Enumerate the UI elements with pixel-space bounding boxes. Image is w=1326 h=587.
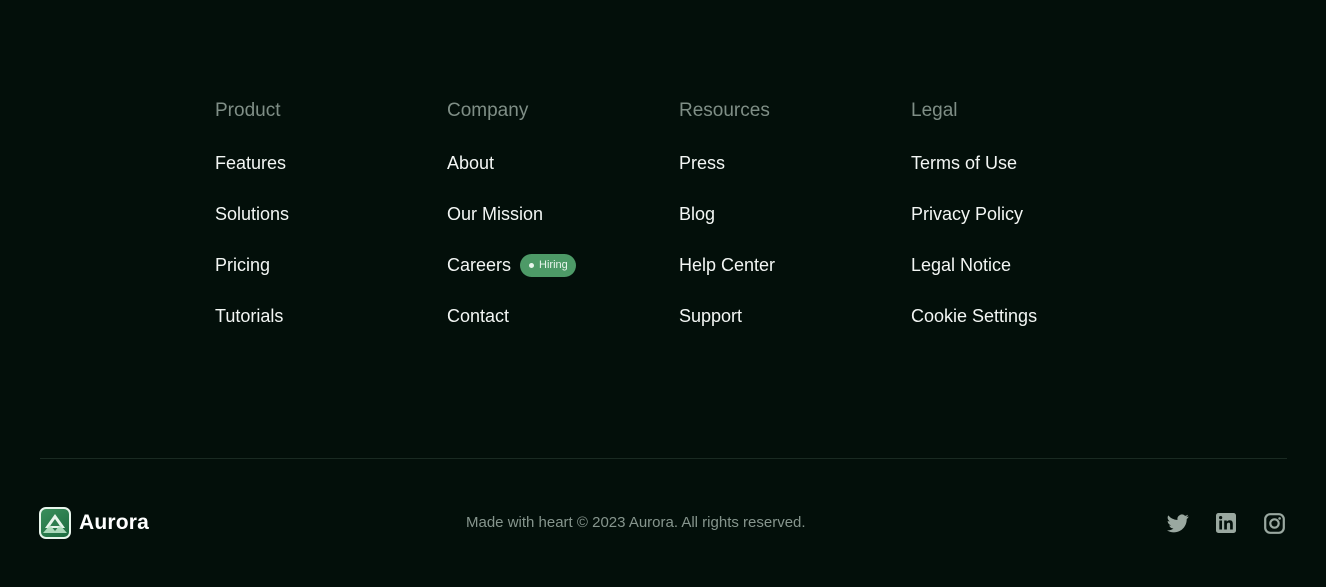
mountain-logo-icon [39, 507, 71, 539]
footer-link-careers[interactable]: Careers Hiring [447, 252, 679, 278]
hiring-badge: Hiring [520, 253, 576, 277]
footer-link-blog[interactable]: Blog [679, 201, 911, 227]
footer-link-features[interactable]: Features [215, 150, 447, 176]
linkedin-icon[interactable] [1214, 511, 1238, 535]
footer-link-press[interactable]: Press [679, 150, 911, 176]
badge-label: Hiring [539, 258, 568, 271]
footer-link-contact[interactable]: Contact [447, 303, 679, 329]
footer-column-company: Company About Our Mission Careers Hiring… [447, 98, 679, 354]
twitter-icon[interactable] [1166, 511, 1190, 535]
footer-link-tutorials[interactable]: Tutorials [215, 303, 447, 329]
footer-link-solutions[interactable]: Solutions [215, 201, 447, 227]
brand-name: Aurora [79, 511, 150, 534]
careers-label: Careers [447, 255, 512, 275]
footer-nav: Product Features Solutions Pricing Tutor… [215, 98, 1143, 354]
column-heading: Resources [679, 100, 770, 121]
footer-divider [40, 458, 1287, 459]
instagram-icon[interactable] [1262, 511, 1286, 535]
footer-column-resources: Resources Press Blog Help Center Support [679, 98, 911, 354]
footer-link-pricing[interactable]: Pricing [215, 252, 447, 278]
column-heading: Company [447, 100, 529, 121]
dot-icon [529, 262, 535, 268]
brand-home-link[interactable]: Aurora [39, 507, 149, 539]
footer-column-product: Product Features Solutions Pricing Tutor… [215, 98, 447, 354]
footer-link-help-center[interactable]: Help Center [679, 252, 911, 278]
footer-link-cookie-settings[interactable]: Cookie Settings [911, 303, 1143, 329]
footer-link-our-mission[interactable]: Our Mission [447, 201, 679, 227]
footer-link-support[interactable]: Support [679, 303, 911, 329]
column-heading: Legal [911, 100, 958, 121]
social-links [1166, 511, 1286, 535]
footer-link-privacy-policy[interactable]: Privacy Policy [911, 201, 1143, 227]
copyright-text: Made with heart © 2023 Aurora. All right… [466, 514, 806, 531]
footer-link-terms-of-use[interactable]: Terms of Use [911, 150, 1143, 176]
footer-column-legal: Legal Terms of Use Privacy Policy Legal … [911, 98, 1143, 354]
column-heading: Product [215, 100, 281, 121]
site-footer: Product Features Solutions Pricing Tutor… [0, 0, 1326, 587]
footer-link-legal-notice[interactable]: Legal Notice [911, 252, 1143, 278]
footer-link-about[interactable]: About [447, 150, 679, 176]
